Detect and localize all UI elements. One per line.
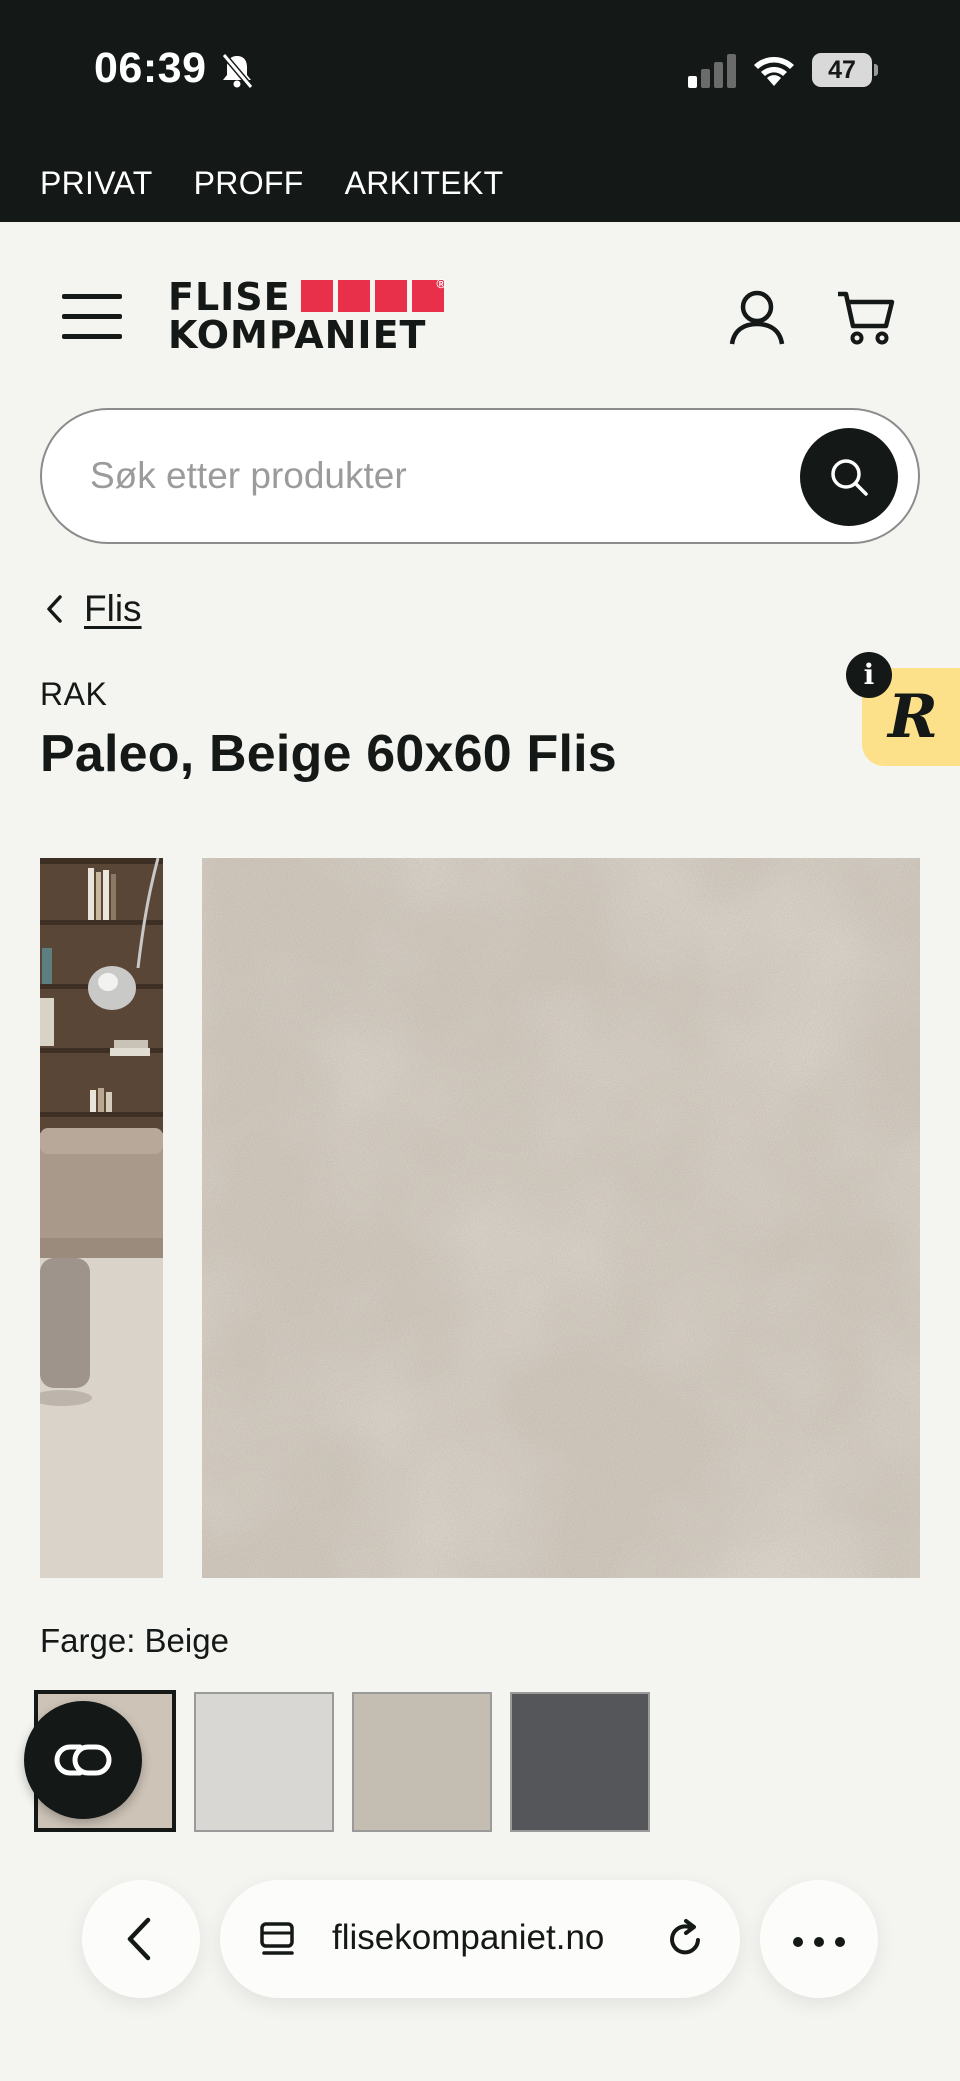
browser-url-bar[interactable]: flisekompaniet.no: [220, 1880, 740, 1998]
chevron-left-icon[interactable]: [44, 594, 64, 624]
battery-level: 47: [812, 53, 872, 87]
logo-line1: FLISE: [168, 275, 291, 319]
chevron-left-icon: [127, 1917, 151, 1961]
product-main-image[interactable]: [202, 858, 920, 1578]
info-icon[interactable]: i: [846, 652, 892, 698]
review-widget-logo: R: [888, 682, 938, 752]
reload-icon[interactable]: [664, 1918, 706, 1960]
user-icon[interactable]: [728, 288, 786, 346]
breadcrumb-link[interactable]: Flis: [84, 588, 142, 630]
swatch-greige[interactable]: [352, 1692, 492, 1832]
bell-slash-icon: [221, 53, 254, 89]
search-input[interactable]: [90, 440, 790, 512]
tile-texture-image: [202, 858, 920, 1578]
segment-nav: PRIVAT PROFF ARKITEKT: [40, 165, 503, 202]
signal-icon: [688, 54, 736, 88]
more-icon[interactable]: [760, 1880, 878, 1998]
search-button[interactable]: [800, 428, 898, 526]
tabs-icon: [260, 1922, 294, 1955]
site-logo[interactable]: FLISE ® KOMPANIET: [168, 275, 446, 357]
browser-back-button[interactable]: [82, 1880, 200, 1998]
chat-fab-button[interactable]: [24, 1701, 142, 1819]
logo-line2: KOMPANIET: [168, 313, 427, 357]
logo-blocks: ®: [301, 276, 446, 312]
link-icon: [54, 1744, 112, 1776]
color-label: Farge: Beige: [40, 1622, 229, 1659]
room-scene-image: [40, 858, 163, 1578]
status-time: 06:39: [94, 44, 207, 92]
cart-icon[interactable]: [836, 288, 896, 346]
product-title: Paleo, Beige 60x60 Flis: [40, 725, 617, 783]
breadcrumb: Flis: [44, 584, 142, 634]
browser-toolbar: flisekompaniet.no: [0, 1860, 960, 2081]
gallery-image-previous[interactable]: [40, 858, 163, 1578]
battery-icon: 47: [812, 53, 878, 87]
product-brand: RAK: [40, 676, 108, 712]
status-bar: 06:39 47: [0, 0, 960, 140]
search-bar: [40, 408, 920, 544]
search-icon: [831, 459, 868, 496]
menu-icon[interactable]: [62, 294, 122, 340]
wifi-icon: [754, 57, 794, 86]
segment-arkitekt[interactable]: ARKITEKT: [345, 165, 504, 202]
swatch-anthracite[interactable]: [510, 1692, 650, 1832]
top-bar: 06:39 47 PRIVAT PROFF ARKITEKT: [0, 0, 960, 222]
browser-url: flisekompaniet.no: [332, 1918, 605, 1957]
swatch-light-grey[interactable]: [194, 1692, 334, 1832]
site-header: FLISE ® KOMPANIET: [0, 222, 960, 402]
segment-proff[interactable]: PROFF: [194, 165, 304, 202]
segment-privat[interactable]: PRIVAT: [40, 165, 153, 202]
